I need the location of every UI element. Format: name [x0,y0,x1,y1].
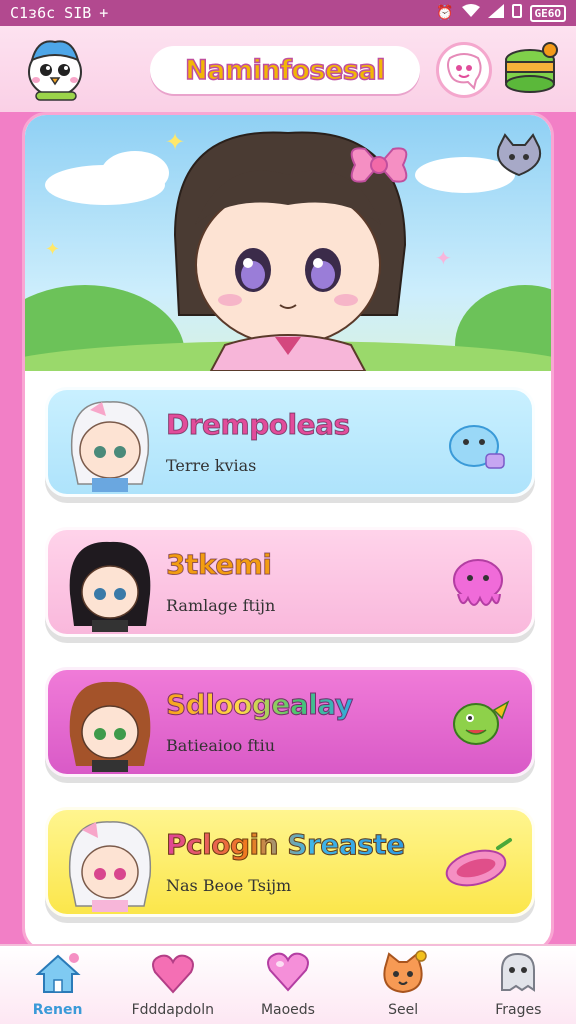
ghost-icon [501,952,536,992]
plus-indicator: + [99,4,109,22]
pink-capsule-icon [445,838,512,887]
card-title-2: 3tkemi [166,548,273,582]
card-avatar-2 [69,541,151,632]
category-card-1[interactable]: Drempoleas Terre kvias [45,387,535,497]
card-title-4: Pclogin Sreaste [166,828,406,862]
hero-character-illustration: ✦ ✦ ✦ [25,128,551,371]
alarm-icon: ⏰ [436,5,454,21]
blue-creature-icon [449,425,505,469]
card-avatar-1 [70,401,150,492]
bottom-navigation: Renen Fdddapdoln Maoeds Seel Frages [0,944,576,1024]
app-title: Naminfosesal [150,46,420,94]
nav-label-messages: Maoeds [260,1002,315,1018]
signal-icon [487,4,504,22]
svg-text:✦: ✦ [45,239,60,260]
main-content: ✦ ✦ ✦ Drempoleas Terre kvias 3tkemi Raml… [22,112,554,952]
nav-item-messages[interactable]: Maoeds [234,944,342,1018]
nav-label-favorites: Fdddapdoln [131,1002,214,1018]
cat-face-icon [383,950,427,994]
nav-item-social[interactable]: Seel [349,944,457,1018]
status-bar: C1ᴈ6c SIB + ⏰ GE6O [0,0,576,26]
battery-indicator: GE6O [529,4,566,22]
svg-text:✦: ✦ [165,128,185,156]
stack-menu-button[interactable] [502,42,558,98]
card-avatar-4 [68,821,152,912]
status-text: C1ᴈ6c SIB [10,4,92,22]
app-header: Naminfosesal [0,26,576,112]
sim-icon [511,4,522,22]
pink-octopus-icon [453,559,503,606]
chat-bubble-icon [447,53,482,90]
category-card-3[interactable]: Sdloogealay Batieaioo ftiu [45,667,535,777]
card-subtitle-1: Terre kvias [166,456,257,475]
wifi-icon [461,4,480,22]
app-logo-mascot-icon[interactable] [18,32,92,106]
nav-label-pages: Frages [495,1002,542,1018]
card-subtitle-3: Batieaioo ftiu [166,736,276,755]
heart-balloon-icon [267,952,309,992]
nav-label-social: Seel [388,1002,419,1018]
nav-label-home: Renen [32,1002,83,1018]
card-subtitle-4: Nas Beoe Tsijm [166,876,292,895]
category-card-2[interactable]: 3tkemi Ramlage ftijn [45,527,535,637]
nav-item-pages[interactable]: Frages [464,944,572,1018]
nav-item-favorites[interactable]: Fdddapdoln [119,944,227,1018]
stack-menu-icon [505,42,558,93]
status-left: C1ᴈ6c SIB + [10,4,108,22]
svg-text:✦: ✦ [435,246,452,270]
card-subtitle-2: Ramlage ftijn [166,596,276,615]
home-icon [34,953,81,993]
card-title-1: Drempoleas [166,408,351,442]
category-card-4[interactable]: Pclogin Sreaste Nas Beoe Tsijm [45,807,535,917]
nav-item-home[interactable]: Renen [4,944,112,1018]
card-title-3: Sdloogealay [166,688,354,722]
heart-icon [151,954,194,994]
status-right: ⏰ GE6O [436,4,566,22]
green-bird-icon [453,700,510,745]
chat-bubble-button[interactable] [436,42,492,98]
hero-banner: ✦ ✦ ✦ [25,115,551,371]
card-avatar-3 [69,681,151,772]
